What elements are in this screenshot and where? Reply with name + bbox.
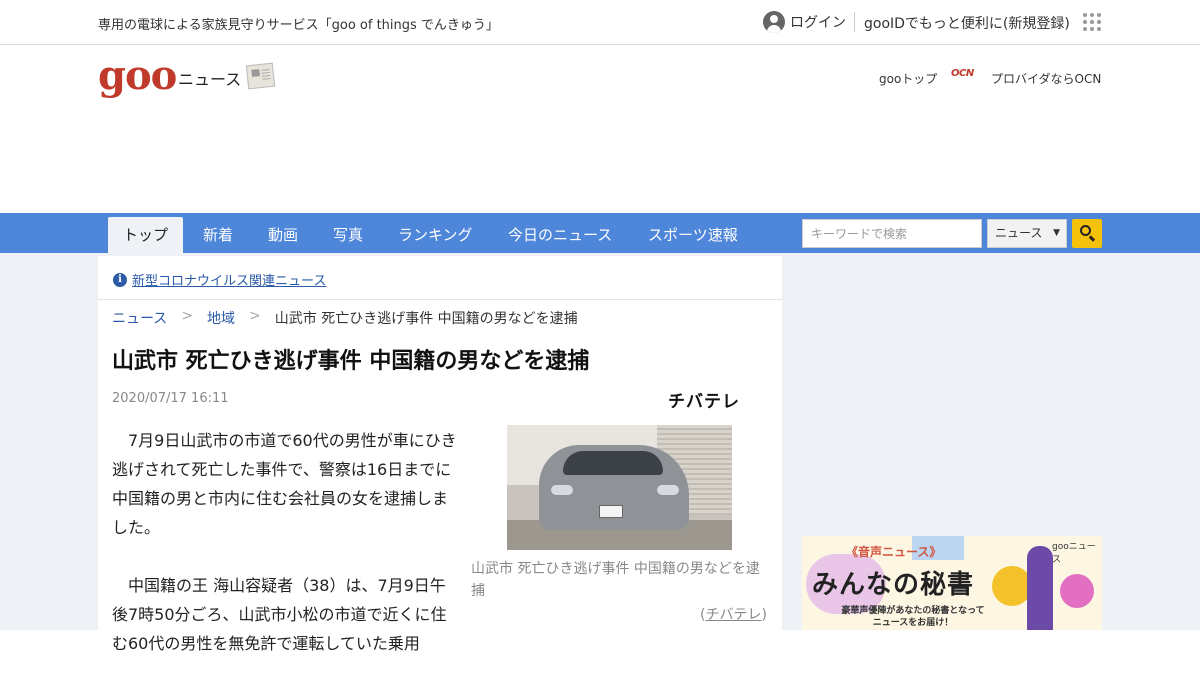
article-paragraph: 7月9日山武市の市道で60代の男性が車にひき逃げされて死亡した事件で、警察は16… bbox=[112, 431, 457, 537]
photo-caption: 山武市 死亡ひき逃げ事件 中国籍の男などを逮捕 bbox=[471, 561, 760, 599]
ad-subtext: 豪華声優陣があなたの秘書となって ニュースをお届け！ bbox=[841, 606, 985, 628]
main-nav: トップ 新着 動画 写真 ランキング 今日のニュース スポーツ速報 ニュース ▼ bbox=[0, 213, 1200, 253]
character-illustration bbox=[1027, 546, 1053, 630]
character-illustration bbox=[1060, 574, 1094, 608]
article-card: i 新型コロナウイルス関連ニュース ニュース > 地域 > 山武市 死亡ひき逃げ… bbox=[98, 256, 782, 653]
tab-new[interactable]: 新着 bbox=[203, 213, 233, 253]
ocn-link[interactable]: プロバイダならOCN bbox=[991, 70, 1101, 87]
promo-link[interactable]: 専用の電球による家族見守りサービス「goo of things でんきゅう」 bbox=[98, 14, 499, 33]
goo-top-link[interactable]: gooトップ bbox=[879, 70, 937, 87]
tab-ranking[interactable]: ランキング bbox=[398, 213, 473, 253]
tab-video[interactable]: 動画 bbox=[268, 213, 298, 253]
article-date: 2020/07/17 16:11 bbox=[112, 391, 229, 406]
character-illustration bbox=[992, 566, 1032, 606]
breadcrumb-separator: > bbox=[181, 308, 194, 324]
newspaper-icon bbox=[245, 62, 276, 90]
credit-link[interactable]: チバテレ bbox=[705, 607, 761, 623]
search-scope-value: ニュース bbox=[995, 226, 1043, 240]
source-logo[interactable]: チバテレ bbox=[668, 387, 740, 412]
goo-logo[interactable]: goo bbox=[98, 56, 177, 96]
apps-grid-icon[interactable] bbox=[1083, 13, 1101, 31]
breadcrumb-separator: > bbox=[249, 308, 261, 324]
ad-tag: 《音声ニュース》 bbox=[846, 545, 942, 559]
article-paragraph: 中国籍の王 海山容疑者（38）は、7月9日午後7時50分ごろ、山武市小松の市道で… bbox=[112, 576, 447, 653]
breadcrumb-news[interactable]: ニュース bbox=[112, 308, 167, 328]
article-body: 7月9日山武市の市道で60代の男性が車にひき逃げされて死亡した事件で、警察は16… bbox=[112, 426, 458, 687]
breadcrumb-current: 山武市 死亡ひき逃げ事件 中国籍の男などを逮捕 bbox=[274, 311, 578, 327]
article-title: 山武市 死亡ひき逃げ事件 中国籍の男などを逮捕 bbox=[112, 349, 590, 374]
ad-brand: gooニュース bbox=[1052, 542, 1096, 565]
tab-sports[interactable]: スポーツ速報 bbox=[648, 213, 738, 253]
register-link[interactable]: gooIDでもっと便利に(新規登録) bbox=[864, 13, 1070, 33]
login-label: ログイン bbox=[790, 15, 846, 31]
tab-today[interactable]: 今日のニュース bbox=[508, 213, 612, 253]
notice-bar: i 新型コロナウイルス関連ニュース bbox=[98, 256, 782, 300]
search-scope-select[interactable]: ニュース ▼ bbox=[987, 219, 1067, 248]
article-photo[interactable] bbox=[507, 425, 732, 550]
breadcrumb-region[interactable]: 地域 bbox=[207, 308, 235, 328]
info-icon: i bbox=[113, 273, 127, 287]
ocn-logo[interactable]: OCN bbox=[951, 68, 974, 79]
news-section-link[interactable]: ニュース bbox=[178, 66, 241, 90]
user-icon bbox=[763, 11, 785, 33]
ad-headline: みんなの秘書 bbox=[812, 570, 975, 600]
search-input[interactable] bbox=[802, 219, 982, 248]
tab-top[interactable]: トップ bbox=[108, 217, 184, 253]
chevron-down-icon: ▼ bbox=[1053, 228, 1060, 238]
covid-news-link[interactable]: 新型コロナウイルス関連ニュース bbox=[132, 270, 326, 289]
search-icon bbox=[1080, 225, 1091, 236]
divider bbox=[854, 12, 855, 32]
search-button[interactable] bbox=[1072, 219, 1102, 248]
source-logo-text: チバテレ bbox=[668, 392, 740, 412]
tab-photo[interactable]: 写真 bbox=[333, 213, 363, 253]
breadcrumb: ニュース > 地域 > 山武市 死亡ひき逃げ事件 中国籍の男などを逮捕 bbox=[112, 308, 578, 328]
login-link[interactable]: ログイン bbox=[763, 11, 846, 33]
sidebar-ad-banner[interactable]: 《音声ニュース》 みんなの秘書 豪華声優陣があなたの秘書となって ニュースをお届… bbox=[802, 536, 1102, 630]
photo-credit: (チバテレ) bbox=[700, 607, 767, 623]
top-bar: 専用の電球による家族見守りサービス「goo of things でんきゅう」 ロ… bbox=[0, 0, 1200, 45]
